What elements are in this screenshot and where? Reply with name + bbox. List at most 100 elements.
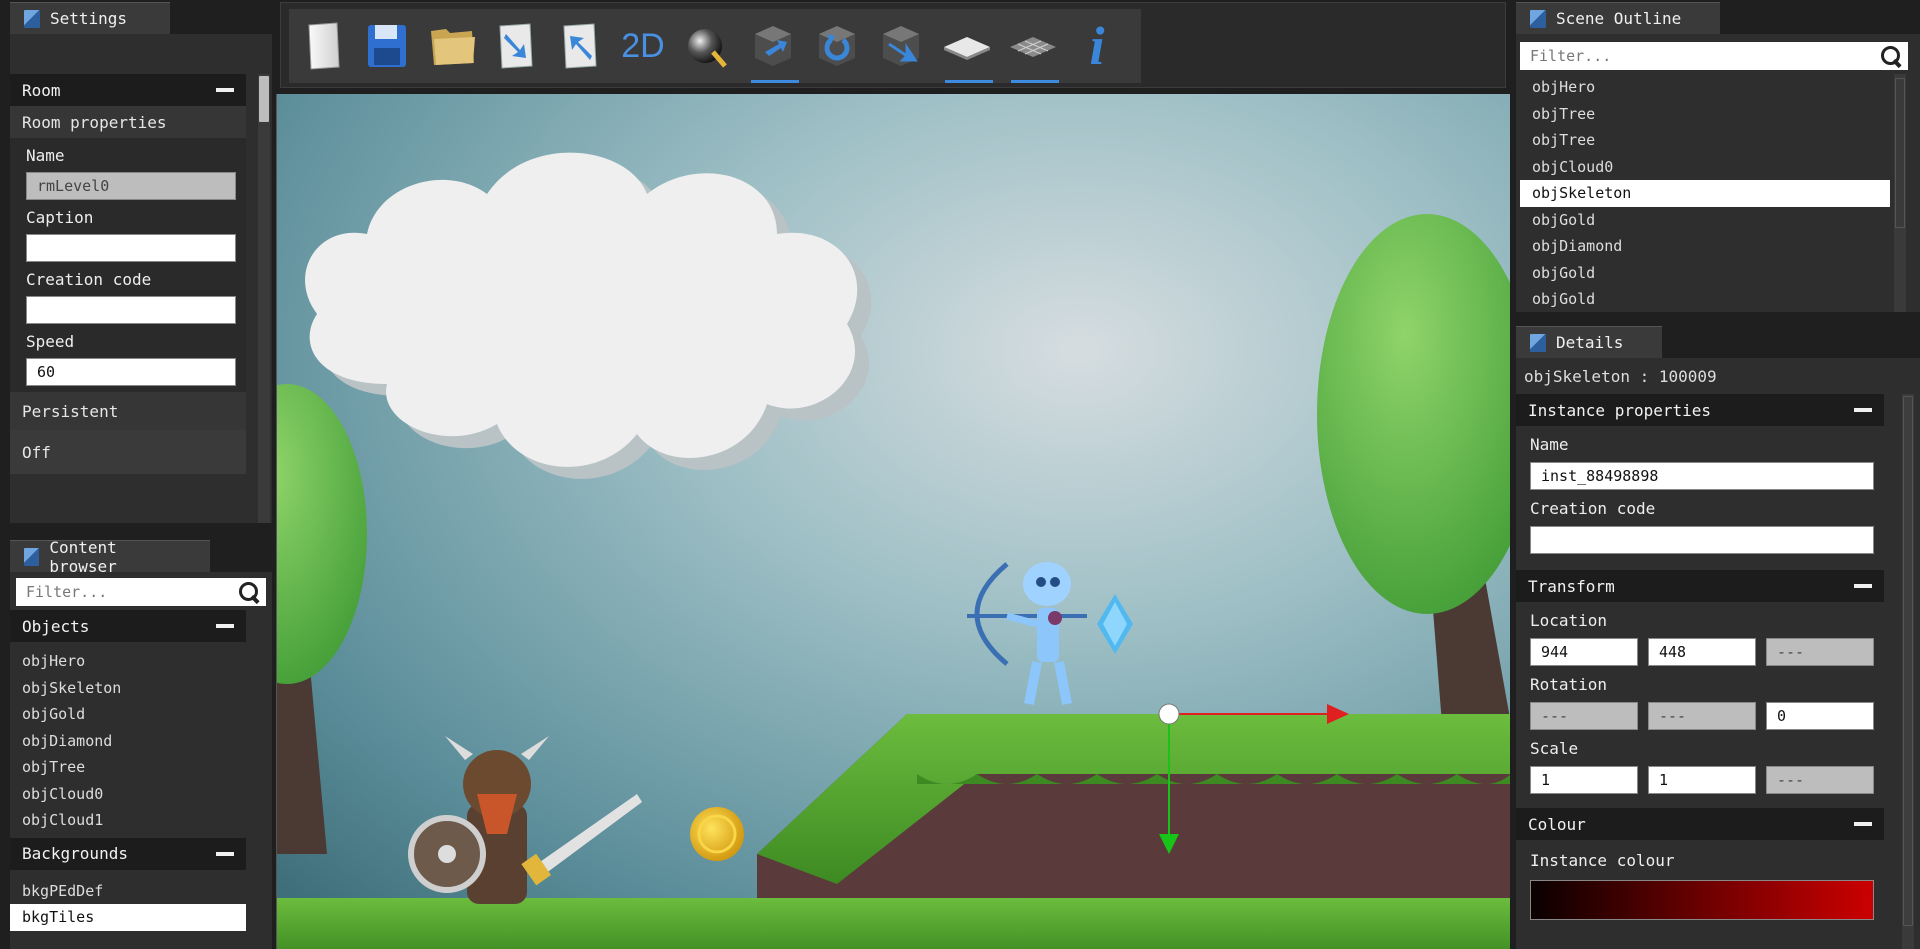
save-icon	[368, 25, 406, 67]
scroll-thumb[interactable]	[1895, 78, 1905, 228]
creation-code-field[interactable]	[1530, 526, 1874, 554]
search-icon[interactable]	[238, 581, 260, 603]
new-file-button[interactable]	[299, 17, 351, 75]
scene-viewport[interactable]	[276, 94, 1510, 949]
caption-label: Caption	[26, 207, 94, 227]
list-item[interactable]: bkgTiles	[10, 904, 246, 931]
wire-grid-button[interactable]	[1007, 17, 1059, 83]
scene-canvas[interactable]	[277, 94, 1510, 949]
gizmo-origin	[1158, 703, 1180, 725]
name-label: Name	[26, 145, 65, 165]
transform-header[interactable]: Transform	[1516, 570, 1884, 602]
open-folder-button[interactable]	[427, 17, 479, 75]
rotation-z-field[interactable]: 0	[1766, 702, 1874, 730]
ground	[277, 898, 1510, 949]
rotation-y-field[interactable]: ---	[1648, 702, 1756, 730]
collapse-icon[interactable]	[216, 624, 234, 628]
list-item[interactable]: objCloud0	[10, 781, 246, 808]
location-z-field[interactable]: ---	[1766, 638, 1874, 666]
location-label: Location	[1530, 610, 1608, 630]
rotate-tool-button[interactable]	[811, 17, 863, 75]
scale-x-field[interactable]: 1	[1530, 766, 1638, 794]
list-item[interactable]: objDiamond	[10, 728, 246, 755]
list-item[interactable]: objGold	[1520, 286, 1890, 313]
backgrounds-header[interactable]: Backgrounds	[10, 837, 246, 870]
creation-code-label: Creation code	[26, 269, 152, 289]
active-indicator	[945, 80, 993, 83]
export-button[interactable]	[555, 17, 607, 75]
scroll-thumb[interactable]	[259, 76, 269, 122]
list-item[interactable]: objGold	[1520, 207, 1890, 234]
list-item[interactable]: objTree	[1520, 127, 1890, 154]
collapse-icon[interactable]	[216, 88, 234, 92]
content-scrollbar[interactable]	[258, 612, 270, 949]
speed-field[interactable]: 60	[26, 358, 236, 386]
settings-scrollbar[interactable]	[258, 74, 270, 523]
list-item[interactable]: objGold	[1520, 260, 1890, 287]
content-filter-input[interactable]: Filter...	[16, 578, 266, 606]
scale-z-field[interactable]: ---	[1766, 766, 1874, 794]
settings-tab[interactable]: Settings	[10, 2, 170, 34]
list-item[interactable]: objHero	[10, 648, 246, 675]
colour-header[interactable]: Colour	[1516, 808, 1884, 840]
cube-icon	[1530, 9, 1546, 28]
move-tool-button[interactable]	[747, 17, 799, 83]
grid-solid-icon	[944, 37, 990, 60]
instance-name-field[interactable]: inst_88498898	[1530, 462, 1874, 490]
cube-scale-icon	[883, 26, 919, 66]
outline-panel: Filter... objHero objTree objTree objClo…	[1516, 34, 1920, 312]
outline-filter-input[interactable]: Filter...	[1520, 42, 1908, 70]
collapse-icon[interactable]	[1854, 408, 1872, 412]
paint-button[interactable]	[681, 17, 733, 75]
caption-field[interactable]	[26, 234, 236, 262]
solid-grid-button[interactable]	[941, 17, 993, 83]
save-button[interactable]	[361, 17, 413, 75]
scale-y-field[interactable]: 1	[1648, 766, 1756, 794]
2d-mode-button[interactable]: 2D	[617, 17, 669, 75]
collapse-icon[interactable]	[1854, 822, 1872, 826]
creation-code-field[interactable]	[26, 296, 236, 324]
search-icon[interactable]	[1880, 45, 1902, 67]
list-item[interactable]: objSkeleton	[1520, 180, 1890, 207]
list-item[interactable]: objDiamond	[1520, 233, 1890, 260]
list-item[interactable]: bkgPEdDef	[10, 878, 246, 905]
location-x-field[interactable]: 944	[1530, 638, 1638, 666]
info-button[interactable]: i	[1071, 16, 1123, 76]
details-panel: objSkeleton : 100009 Instance properties…	[1516, 358, 1920, 949]
new-file-icon	[308, 22, 340, 70]
details-tab[interactable]: Details	[1516, 326, 1662, 358]
scroll-thumb[interactable]	[1903, 396, 1913, 926]
list-item[interactable]: objHero	[1520, 74, 1890, 101]
scale-tool-button[interactable]	[875, 17, 927, 75]
cube-icon	[1530, 333, 1546, 352]
scene-outline-tab[interactable]: Scene Outline	[1516, 2, 1720, 34]
persistent-value[interactable]: Off	[10, 430, 246, 474]
import-button[interactable]	[491, 17, 543, 75]
details-tabbar: Details	[1516, 326, 1920, 358]
active-indicator	[751, 80, 799, 83]
content-browser-tab[interactable]: Content browser	[10, 538, 210, 576]
outline-tabbar: Scene Outline	[1516, 2, 1920, 34]
cube-icon	[24, 547, 40, 566]
active-indicator	[1011, 80, 1059, 83]
instance-colour-swatch[interactable]	[1530, 880, 1874, 920]
room-name-field[interactable]: rmLevel0	[26, 172, 236, 200]
list-item[interactable]: objGold	[10, 701, 246, 728]
list-item[interactable]: objCloud1	[10, 807, 246, 834]
details-scrollbar[interactable]	[1902, 394, 1914, 949]
collapse-icon[interactable]	[216, 851, 234, 856]
location-y-field[interactable]: 448	[1648, 638, 1756, 666]
collapse-icon[interactable]	[1854, 584, 1872, 588]
list-item[interactable]: objTree	[1520, 101, 1890, 128]
toolbar: 2D i	[280, 2, 1506, 88]
list-item[interactable]: objTree	[10, 754, 246, 781]
rotation-x-field[interactable]: ---	[1530, 702, 1638, 730]
outline-scrollbar[interactable]	[1894, 74, 1906, 312]
objects-header[interactable]: Objects	[10, 610, 246, 642]
list-item[interactable]: objCloud0	[1520, 154, 1890, 181]
content-panel: Filter... Objects objHero objSkeleton ob…	[10, 572, 272, 949]
instance-properties-header[interactable]: Instance properties	[1516, 394, 1884, 426]
gold-coin-sprite	[690, 807, 744, 861]
room-header[interactable]: Room	[10, 74, 246, 106]
list-item[interactable]: objSkeleton	[10, 675, 246, 702]
